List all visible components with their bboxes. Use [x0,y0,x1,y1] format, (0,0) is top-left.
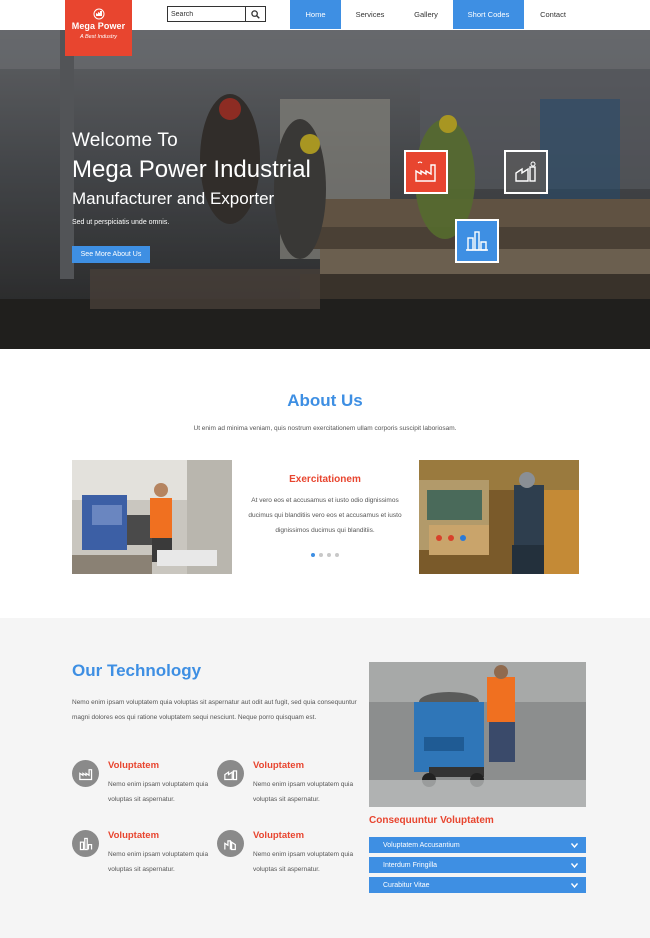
technology-image [369,662,586,807]
search-icon [251,9,260,19]
brand-tagline: A Best Industry [79,34,118,40]
search-button[interactable] [246,7,265,21]
accordion-item-label: Curabitur Vitae [383,881,430,889]
see-more-button[interactable]: See More About Us [72,246,150,263]
technology-intro: Nemo enim ipsam voluptatem quia voluptas… [72,699,357,721]
hero-refinery-tile[interactable] [455,219,499,263]
chevron-down-icon [571,862,578,868]
feature-text: Nemo enim ipsam voluptatem quia voluptas… [253,781,354,803]
nav-contact[interactable]: Contact [524,0,582,29]
factory-icon [72,760,99,787]
hero-tagline: Sed ut perspiciatis unde omnis. [72,219,170,226]
hero-subtitle: Manufacturer and Exporter [72,189,275,208]
chevron-down-icon [571,842,578,848]
brand-logo[interactable]: Mega Power A Best Industry [65,0,132,56]
slider-dot-1[interactable] [311,553,315,557]
refinery-icon [72,830,99,857]
nav-services[interactable]: Services [341,0,399,29]
hero-industry-tile[interactable] [504,150,548,194]
plant-icon [217,830,244,857]
feature-text: Nemo enim ipsam voluptatem quia voluptas… [108,781,209,803]
slider-dot-4[interactable] [335,553,339,557]
search-input[interactable] [168,7,246,21]
accordion-item-label: Voluptatem Accusantium [383,841,460,849]
about-title: About Us [287,391,363,410]
about-image-right [419,460,579,574]
nav-gallery[interactable]: Gallery [399,0,453,29]
industry-icon [217,760,244,787]
accordion-item[interactable]: Voluptatem Accusantium [369,837,586,853]
feature-text: Nemo enim ipsam voluptatem quia voluptas… [253,851,354,873]
technology-title: Our Technology [72,661,202,680]
accordion-item[interactable]: Interdum Fringilla [369,857,586,873]
feature-title: Voluptatem [108,760,160,771]
feature-title: Voluptatem [253,760,305,771]
about-intro: Ut enim ad minima veniam, quis nostrum e… [193,425,457,432]
industry-icon [515,161,536,182]
feature-title: Voluptatem [253,830,305,841]
hero-text-block: Welcome To Mega Power Industrial Manufac… [72,130,311,226]
about-image-left [72,460,232,574]
slider-dots [311,553,339,557]
slider-dot-3[interactable] [327,553,331,557]
search-box [167,6,266,22]
logo-emblem-icon [93,8,104,20]
about-slide-text: At vero eos et accusamus et iusto odio d… [248,497,402,534]
nav-short-codes[interactable]: Short Codes [453,0,524,29]
refinery-icon [466,231,488,251]
hero-welcome: Welcome To [72,130,178,151]
hero-factory-tile[interactable] [404,150,448,194]
accordion-title: Consequuntur Voluptatem [369,815,494,826]
about-slide-title: Exercitationem [289,474,361,485]
feature-title: Voluptatem [108,830,160,841]
chevron-down-icon [571,882,578,888]
feature-text: Nemo enim ipsam voluptatem quia voluptas… [108,851,209,873]
accordion-item[interactable]: Curabitur Vitae [369,877,586,893]
main-nav: Home Services Gallery Short Codes Contac… [290,0,582,29]
brand-name: Mega Power [71,21,126,31]
about-slide: Exercitationem At vero eos et accusamus … [240,474,410,538]
slider-dot-2[interactable] [319,553,323,557]
nav-home[interactable]: Home [290,0,341,29]
factory-icon [415,161,436,182]
hero-banner: Welcome To Mega Power Industrial Manufac… [0,29,650,349]
hero-title: Mega Power Industrial [72,156,311,183]
accordion-item-label: Interdum Fringilla [383,861,438,869]
